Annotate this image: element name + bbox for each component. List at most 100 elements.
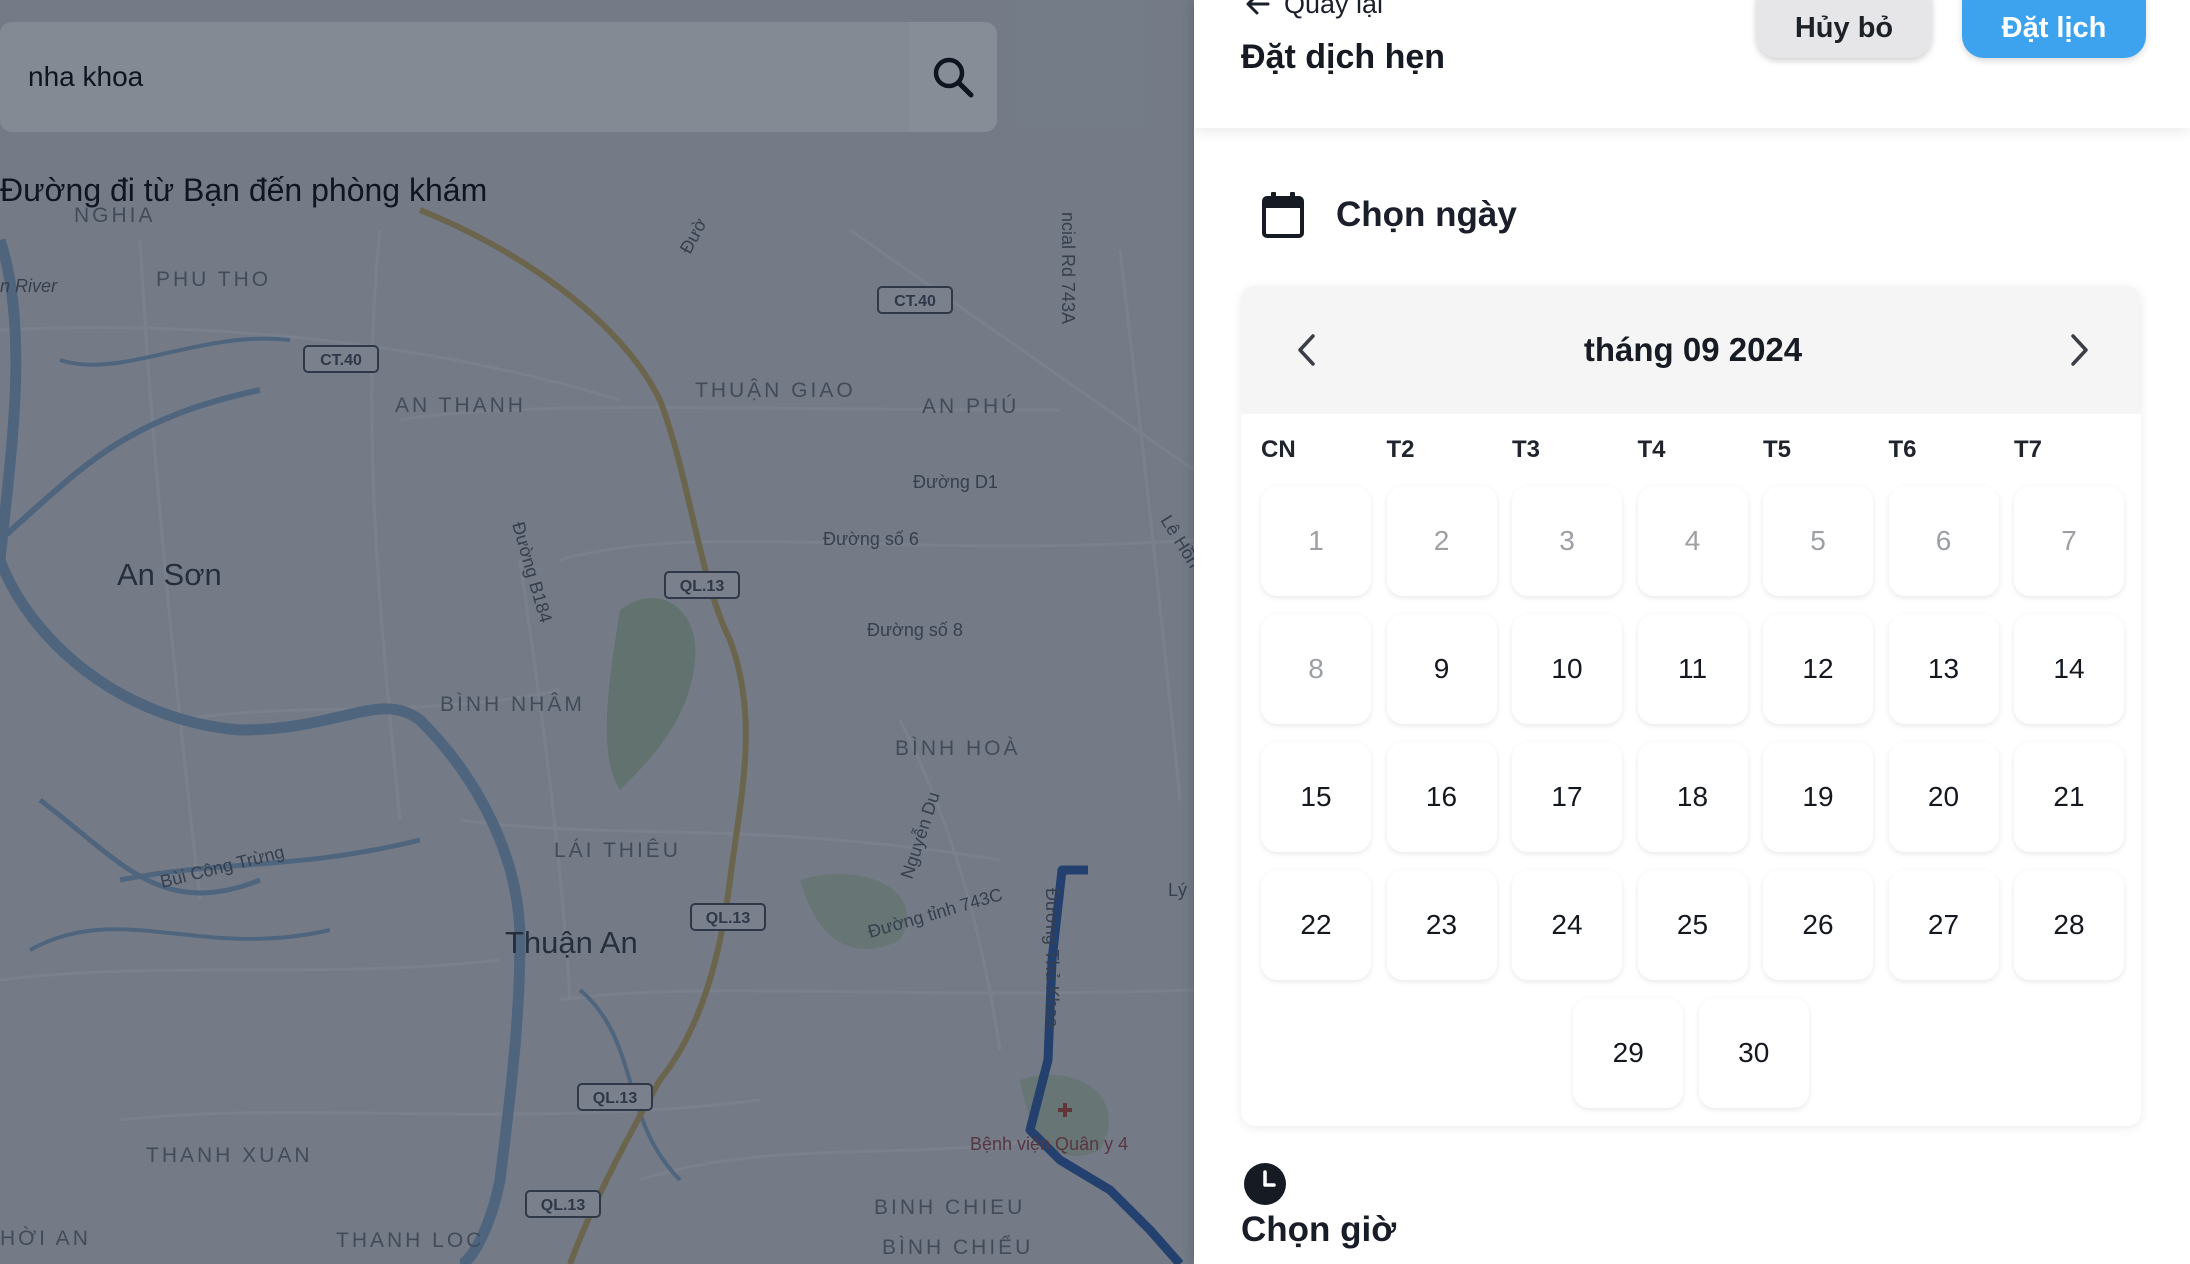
svg-text:QL.13: QL.13 <box>706 910 751 927</box>
svg-text:QL.13: QL.13 <box>593 1090 638 1107</box>
calendar-day[interactable]: 28 <box>2014 870 2124 980</box>
day-grid: 1 2 3 4 5 6 7 8 9 10 11 12 13 14 15 16 17 18 19 20 21 22 23 24 2… <box>1261 486 2124 1126</box>
map-label: THANH XUAN <box>146 1144 313 1167</box>
chevron-right-icon <box>2071 334 2088 366</box>
calendar-day[interactable]: 25 <box>1637 870 1748 980</box>
weekday-label: T4 <box>1637 436 1666 463</box>
calendar-day[interactable]: 11 <box>1637 614 1748 724</box>
calendar-day[interactable]: 16 <box>1386 742 1497 852</box>
book-appointment-button[interactable]: Đặt lịch <box>1962 0 2146 58</box>
calendar-day[interactable]: 23 <box>1386 870 1497 980</box>
calendar: tháng 09 2024 CN T2 T3 T4 T5 T6 T7 1 2 3 4 5 6 7 8 9 10… <box>1241 286 2141 1126</box>
calendar-day[interactable]: 12 <box>1763 614 1873 724</box>
panel-header: Quay lại Đặt dịch hẹn Hủy bỏ Đặt lịch <box>1194 0 2190 128</box>
map-label: BÌNH HOÀ <box>895 737 1021 760</box>
map-street-label: Đường D1 <box>913 472 998 492</box>
map-label: n River <box>0 276 58 296</box>
map-river <box>0 238 682 1264</box>
map-street-label: Nguyễn Du <box>896 789 944 881</box>
back-link[interactable]: Quay lại <box>1242 0 1383 20</box>
map-park <box>606 598 696 790</box>
calendar-day-disabled: 5 <box>1763 486 1873 596</box>
svg-text:CT.40: CT.40 <box>320 352 362 369</box>
weekday-label: T5 <box>1763 436 1792 463</box>
map-street-label: Đườ <box>676 215 711 257</box>
calendar-day[interactable]: 26 <box>1763 870 1873 980</box>
arrow-left-icon <box>1246 0 1270 15</box>
map-street-label: Đường Thủ Khoa <box>1042 888 1062 1029</box>
map-park <box>800 873 908 950</box>
map-street-label: Đường số 6 <box>823 529 919 549</box>
calendar-day[interactable]: 18 <box>1637 742 1748 852</box>
search-bar <box>0 22 997 132</box>
route-caption: Đường đi từ Bạn đến phòng khám <box>0 172 488 208</box>
calendar-day[interactable]: 14 <box>2014 614 2124 724</box>
map-label: BINH CHIEU <box>874 1196 1025 1219</box>
map-label: HỜI AN <box>0 1227 91 1250</box>
map-label: Thuận An <box>505 925 638 960</box>
road-shield-ct40: CT.40 <box>303 345 379 373</box>
calendar-day[interactable]: 27 <box>1888 870 1999 980</box>
map-label: BÌNH CHIỂU <box>882 1236 1033 1259</box>
calendar-icon <box>1262 192 1304 238</box>
calendar-day[interactable]: 17 <box>1512 742 1622 852</box>
map-pane[interactable]: CT.40 CT.40 QL.13 QL.13 QL.13 QL.13 NGHI… <box>0 0 1194 1264</box>
map-label: THANH LOC <box>336 1229 484 1252</box>
map-label-hospital[interactable]: Bệnh viện Quân y 4 <box>970 1134 1128 1154</box>
map-label: An Sơn <box>117 557 222 592</box>
road-shield-ql13: QL.13 <box>577 1083 653 1111</box>
map-street-label: Đường B184 <box>508 520 556 625</box>
calendar-day-disabled: 1 <box>1261 486 1371 596</box>
calendar-day-disabled: 8 <box>1261 614 1371 724</box>
search-icon <box>933 57 974 98</box>
calendar-day[interactable]: 13 <box>1888 614 1999 724</box>
chevron-left-icon <box>1298 334 1315 366</box>
cancel-button[interactable]: Hủy bỏ <box>1756 0 1932 58</box>
map-street-label: Lý <box>1168 880 1187 900</box>
calendar-month-label: tháng 09 2024 <box>1583 331 1803 368</box>
map-street-label: Bùi Công Trừng <box>158 842 286 892</box>
weekday-row: CN T2 T3 T4 T5 T6 T7 <box>1261 436 2121 476</box>
calendar-day[interactable]: 10 <box>1512 614 1622 724</box>
map-street-label: ncial Rd 743A <box>1058 212 1078 324</box>
calendar-day[interactable]: 9 <box>1386 614 1497 724</box>
map-label: AN THANH <box>395 394 526 417</box>
map-label: AN PHÚ <box>922 395 1019 418</box>
calendar-day[interactable]: 22 <box>1261 870 1371 980</box>
map-streets <box>0 228 1194 1182</box>
weekday-label: T7 <box>2014 436 2043 463</box>
road-shield-ct40: CT.40 <box>877 286 953 314</box>
search-button[interactable] <box>909 22 997 132</box>
booking-panel: Quay lại Đặt dịch hẹn Hủy bỏ Đặt lịch Ch… <box>1194 0 2190 1264</box>
search-input[interactable] <box>0 22 909 132</box>
calendar-day[interactable]: 21 <box>2014 742 2124 852</box>
calendar-day[interactable]: 24 <box>1512 870 1622 980</box>
calendar-day[interactable]: 30 <box>1698 998 1809 1108</box>
calendar-day-disabled: 2 <box>1386 486 1497 596</box>
page-title: Đặt dịch hẹn <box>1241 38 1446 76</box>
road-shield-ql13: QL.13 <box>525 1190 601 1218</box>
map-label: BÌNH NHÂM <box>440 693 585 716</box>
calendar-day[interactable]: 19 <box>1763 742 1873 852</box>
svg-text:QL.13: QL.13 <box>680 578 725 595</box>
next-month-button[interactable] <box>2057 328 2101 372</box>
calendar-day[interactable]: 20 <box>1888 742 1999 852</box>
road-shield-ql13: QL.13 <box>664 571 740 599</box>
calendar-day[interactable]: 29 <box>1573 998 1684 1108</box>
weekday-label: T2 <box>1386 436 1415 463</box>
calendar-day-disabled: 3 <box>1512 486 1622 596</box>
time-section-title: Chọn giờ <box>1241 1210 1397 1249</box>
calendar-header: tháng 09 2024 <box>1241 286 2141 414</box>
calendar-day-disabled: 6 <box>1888 486 1999 596</box>
prev-month-button[interactable] <box>1285 328 1329 372</box>
date-section-title: Chọn ngày <box>1336 195 1517 234</box>
calendar-day[interactable]: 15 <box>1261 742 1371 852</box>
back-link-label: Quay lại <box>1284 0 1384 19</box>
time-section-header: Chọn giờ <box>1241 1162 1396 1250</box>
weekday-label: T6 <box>1888 436 1917 463</box>
map-label: PHU THO <box>156 268 271 291</box>
svg-text:QL.13: QL.13 <box>541 1197 586 1214</box>
svg-text:CT.40: CT.40 <box>894 293 936 310</box>
calendar-day-disabled: 4 <box>1637 486 1748 596</box>
clock-icon <box>1244 1163 1286 1205</box>
